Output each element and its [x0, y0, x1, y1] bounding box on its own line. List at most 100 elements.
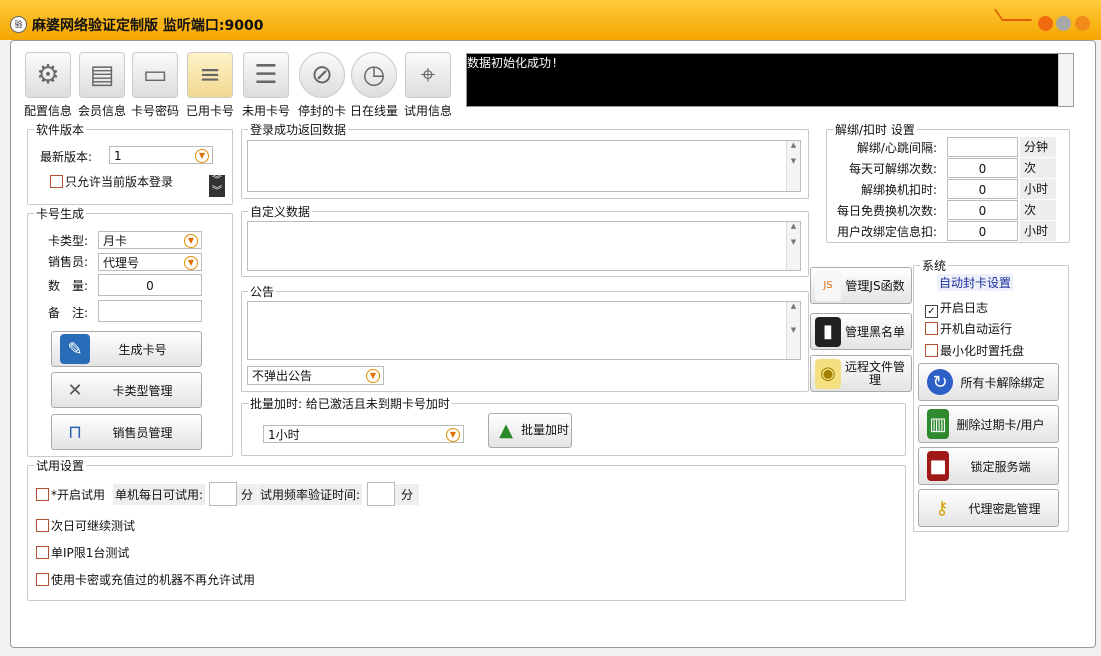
batch-add-time-label: 批量加时: [521, 423, 570, 437]
custom-data-textarea[interactable]: ▲ ▼: [247, 221, 801, 271]
card-generation-legend: 卡号生成: [34, 205, 87, 222]
enable-trial-checkbox[interactable]: *开启试用: [36, 486, 105, 503]
login-return-textarea[interactable]: ▲ ▼: [247, 140, 801, 192]
delete-expired-button[interactable]: ▥ 删除过期卡/用户: [918, 405, 1059, 443]
trial-frequency-input[interactable]: [367, 482, 395, 506]
enable-log-checkbox[interactable]: ✓ 开启日志: [925, 299, 988, 318]
toolbar-label: 卡号密码: [130, 104, 179, 118]
manage-js-button[interactable]: JS 管理JS函数: [810, 267, 912, 304]
manage-blacklist-label: 管理黑名单: [844, 325, 905, 339]
seller-management-button[interactable]: ⊓ 销售员管理: [51, 414, 202, 450]
manage-blacklist-button[interactable]: ▮ 管理黑名单: [810, 313, 912, 350]
auto-ban-settings-link[interactable]: 自动封卡设置: [937, 274, 1014, 291]
unbind-all-cards-button[interactable]: ↻ 所有卡解除绑定: [918, 363, 1059, 401]
checkbox-box: [925, 344, 938, 357]
close-button[interactable]: [1075, 16, 1090, 31]
system-legend: 系统: [920, 257, 949, 274]
toolbar-banned-cards-button[interactable]: ⊘ 停封的卡: [295, 52, 349, 118]
toolbar-label: 会员信息: [77, 104, 126, 118]
scrollbar[interactable]: ▲ ▼: [786, 222, 800, 270]
toolbar-cards-button[interactable]: ▭ 卡号密码: [128, 52, 182, 118]
notice-legend: 公告: [248, 283, 277, 300]
collapse-icon[interactable]: ︾ ︾: [209, 175, 225, 197]
version-legend: 软件版本: [34, 121, 87, 138]
enable-log-label: 开启日志: [940, 301, 989, 315]
chevron-down-icon: ▼: [184, 234, 198, 248]
note-label: 备 注:: [48, 306, 89, 320]
daily-unbind-count-input[interactable]: 0: [947, 158, 1018, 178]
log-output[interactable]: 数据初始化成功!: [466, 53, 1074, 107]
toolbar-label: 未用卡号: [241, 104, 290, 118]
latest-version-select[interactable]: 1 ▼: [109, 146, 213, 164]
window-title: 麻婆网络验证定制版 监听端口:9000: [32, 18, 264, 34]
toolbar-members-button[interactable]: ▤ 会员信息: [75, 52, 129, 118]
batch-duration-select[interactable]: 1小时 ▼: [263, 425, 464, 443]
per-day-trial-input[interactable]: [209, 482, 237, 506]
agent-key-management-button[interactable]: ⚷ 代理密匙管理: [918, 489, 1059, 527]
log-scrollbar[interactable]: [1058, 54, 1073, 106]
batch-add-time-button[interactable]: ▲ 批量加时: [488, 413, 572, 448]
title-decoration: [993, 9, 1033, 21]
toolbar-label: 试用信息: [403, 104, 452, 118]
toolbar-trial-info-button[interactable]: ⌖ 试用信息: [401, 52, 455, 118]
notice-textarea[interactable]: ▲ ▼: [247, 301, 801, 360]
js-file-icon: JS: [815, 270, 841, 301]
card-type-management-button[interactable]: ✕ 卡类型管理: [51, 372, 202, 408]
autostart-checkbox[interactable]: 开机自动运行: [925, 320, 1012, 337]
maximize-button[interactable]: [1056, 16, 1071, 31]
free-rebind-count-input[interactable]: 0: [947, 200, 1018, 220]
note-input[interactable]: [98, 300, 202, 322]
key-icon: ⚷: [935, 497, 949, 519]
toolbar-used-cards-button[interactable]: ≡ 已用卡号: [183, 52, 237, 118]
gear-icon: ⚙: [25, 52, 71, 98]
app-icon: 验: [10, 16, 27, 33]
unbind-deduct-input[interactable]: 0: [947, 179, 1018, 199]
version-group: 软件版本: [27, 121, 233, 205]
card-type-select[interactable]: 月卡 ▼: [98, 231, 202, 249]
scrollbar[interactable]: ▲ ▼: [786, 302, 800, 359]
notice-popup-value: 不弹出公告: [252, 369, 313, 383]
lock-server-button[interactable]: ■ 锁定服务端: [918, 447, 1059, 485]
log-text: 数据初始化成功!: [467, 56, 559, 70]
card-type-label: 卡类型:: [48, 234, 89, 248]
refresh-icon: ↻: [927, 369, 953, 395]
toolbar-config-button[interactable]: ⚙ 配置信息: [21, 52, 75, 118]
document-icon: ☰: [243, 52, 289, 98]
minimize-to-tray-checkbox[interactable]: 最小化时置托盘: [925, 342, 1024, 359]
save-disk-icon: ✎: [60, 334, 90, 364]
unbind-interval-unit: 分钟: [1020, 137, 1056, 157]
single-ip-checkbox[interactable]: 单IP限1台测试: [36, 544, 129, 561]
scrollbar[interactable]: ▲ ▼: [786, 141, 800, 191]
per-day-trial-unit: 分: [237, 484, 258, 505]
checkbox-box: [925, 322, 938, 335]
minimize-button[interactable]: [1038, 16, 1053, 31]
remote-file-management-button[interactable]: ◉ 远程文件管理: [810, 355, 912, 392]
no-retry-after-card-checkbox[interactable]: 使用卡密或充值过的机器不再允许试用: [36, 571, 255, 588]
remote-file-management-label: 远程文件管理: [844, 359, 905, 387]
custom-data-legend: 自定义数据: [248, 203, 313, 220]
rebind-info-deduct-input[interactable]: 0: [947, 221, 1018, 241]
quantity-input[interactable]: 0: [98, 274, 202, 296]
unbind-interval-input[interactable]: [947, 137, 1018, 157]
seller-value: 代理号: [103, 256, 140, 270]
unbind-all-cards-label: 所有卡解除绑定: [960, 375, 1045, 390]
contact-book-icon: ▮: [815, 316, 841, 347]
seller-management-label: 销售员管理: [112, 425, 173, 440]
latest-version-label: 最新版本:: [40, 150, 93, 164]
only-current-version-checkbox[interactable]: 只允许当前版本登录: [50, 173, 173, 190]
notepad-icon: ≡: [187, 52, 233, 98]
generate-cards-label: 生成卡号: [118, 342, 167, 357]
unbind-settings-legend: 解绑/扣时 设置: [833, 121, 917, 138]
notice-popup-select[interactable]: 不弹出公告 ▼: [247, 366, 384, 385]
chevron-down-icon: ▼: [446, 428, 460, 442]
autostart-label: 开机自动运行: [940, 322, 1013, 336]
toolbar-daily-online-button[interactable]: ◷ 日在线量: [347, 52, 401, 118]
trash-icon: ▥: [927, 409, 949, 439]
lock-icon: ■: [927, 451, 949, 481]
toolbar-unused-cards-button[interactable]: ☰ 未用卡号: [239, 52, 293, 118]
generate-cards-button[interactable]: ✎ 生成卡号: [51, 331, 202, 367]
quantity-label: 数 量:: [48, 279, 89, 293]
seller-select[interactable]: 代理号 ▼: [98, 253, 202, 271]
next-day-trial-checkbox[interactable]: 次日可继续测试: [36, 517, 135, 534]
checkbox-box: [36, 546, 49, 559]
